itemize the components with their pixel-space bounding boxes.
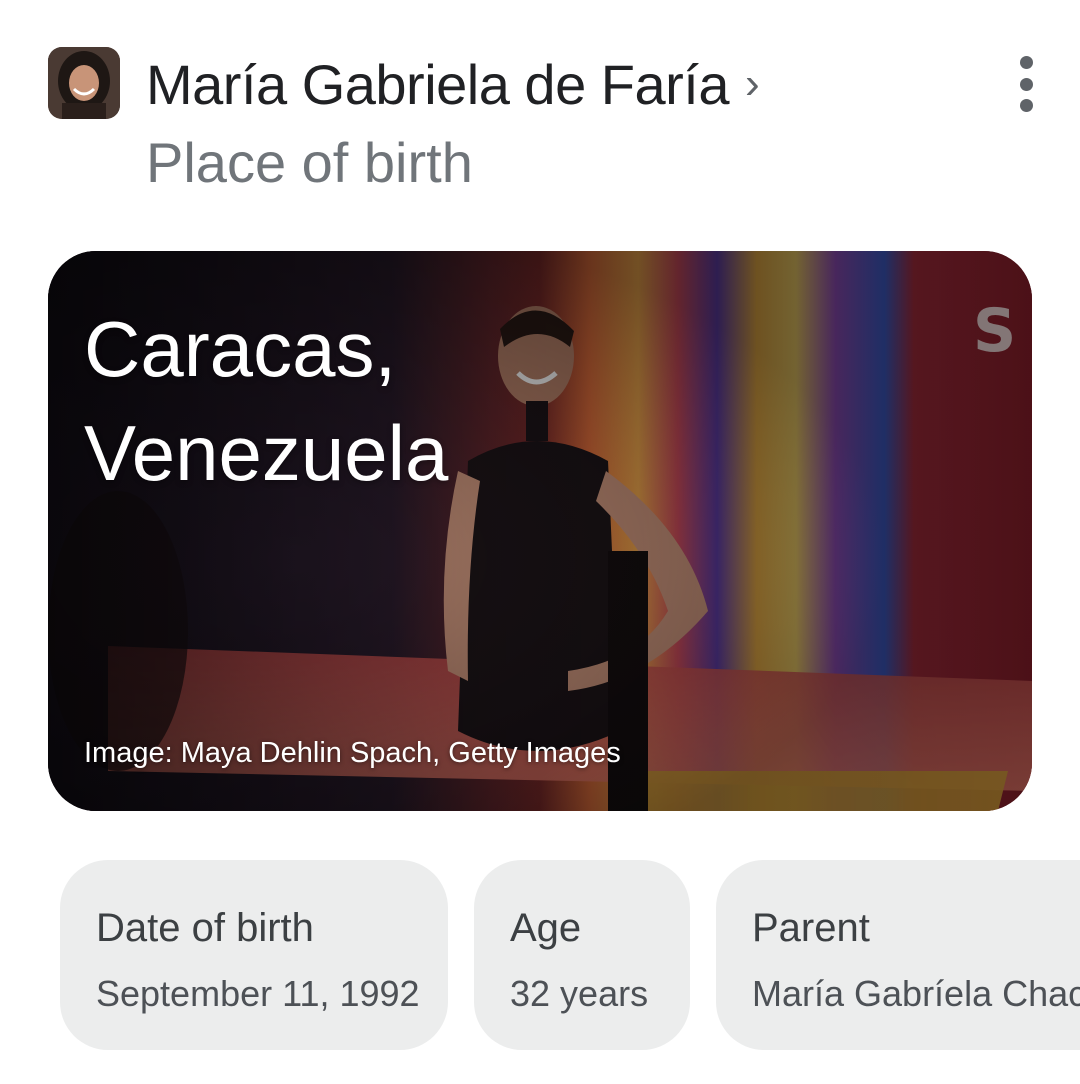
- fact-value: 32 years: [510, 973, 649, 1014]
- place-of-birth-card[interactable]: S Caracas, Venezuela Image: Maya Dehlin …: [48, 251, 1032, 811]
- fact-label: Parent: [752, 906, 870, 950]
- fact-label: Age: [510, 906, 582, 950]
- fact-card-date-of-birth[interactable]: Date of birth September 11, 1992: [60, 860, 448, 1050]
- person-photo-icon: [48, 47, 120, 119]
- fact-card-age[interactable]: Age 32 years: [474, 860, 690, 1050]
- more-vert-icon-dot: [1019, 77, 1033, 91]
- place-country: Venezuela: [84, 409, 449, 497]
- fact-label: Date of birth: [96, 906, 314, 950]
- more-vert-icon-dot: [1019, 99, 1033, 112]
- place-of-birth-value: Caracas, Venezuela: [84, 297, 604, 505]
- chevron-right-icon[interactable]: ›: [745, 62, 760, 106]
- page-subtitle: Place of birth: [146, 131, 473, 194]
- page: María Gabriela de Faría › Place of birth: [0, 0, 1080, 1084]
- entity-title-row[interactable]: María Gabriela de Faría ›: [146, 48, 760, 120]
- more-vert-icon: [1019, 56, 1033, 69]
- image-credit[interactable]: Image: Maya Dehlin Spach, Getty Images: [84, 737, 621, 770]
- fact-card-parent[interactable]: Parent María Gabríela Chacón: [716, 860, 1080, 1050]
- entity-avatar[interactable]: [48, 47, 120, 119]
- fact-value: María Gabríela Chacón: [752, 973, 1080, 1014]
- entity-name[interactable]: María Gabriela de Faría: [146, 52, 729, 117]
- more-options-button[interactable]: [1006, 56, 1046, 112]
- fact-value: September 11, 1992: [96, 973, 420, 1014]
- place-city: Caracas,: [84, 305, 397, 393]
